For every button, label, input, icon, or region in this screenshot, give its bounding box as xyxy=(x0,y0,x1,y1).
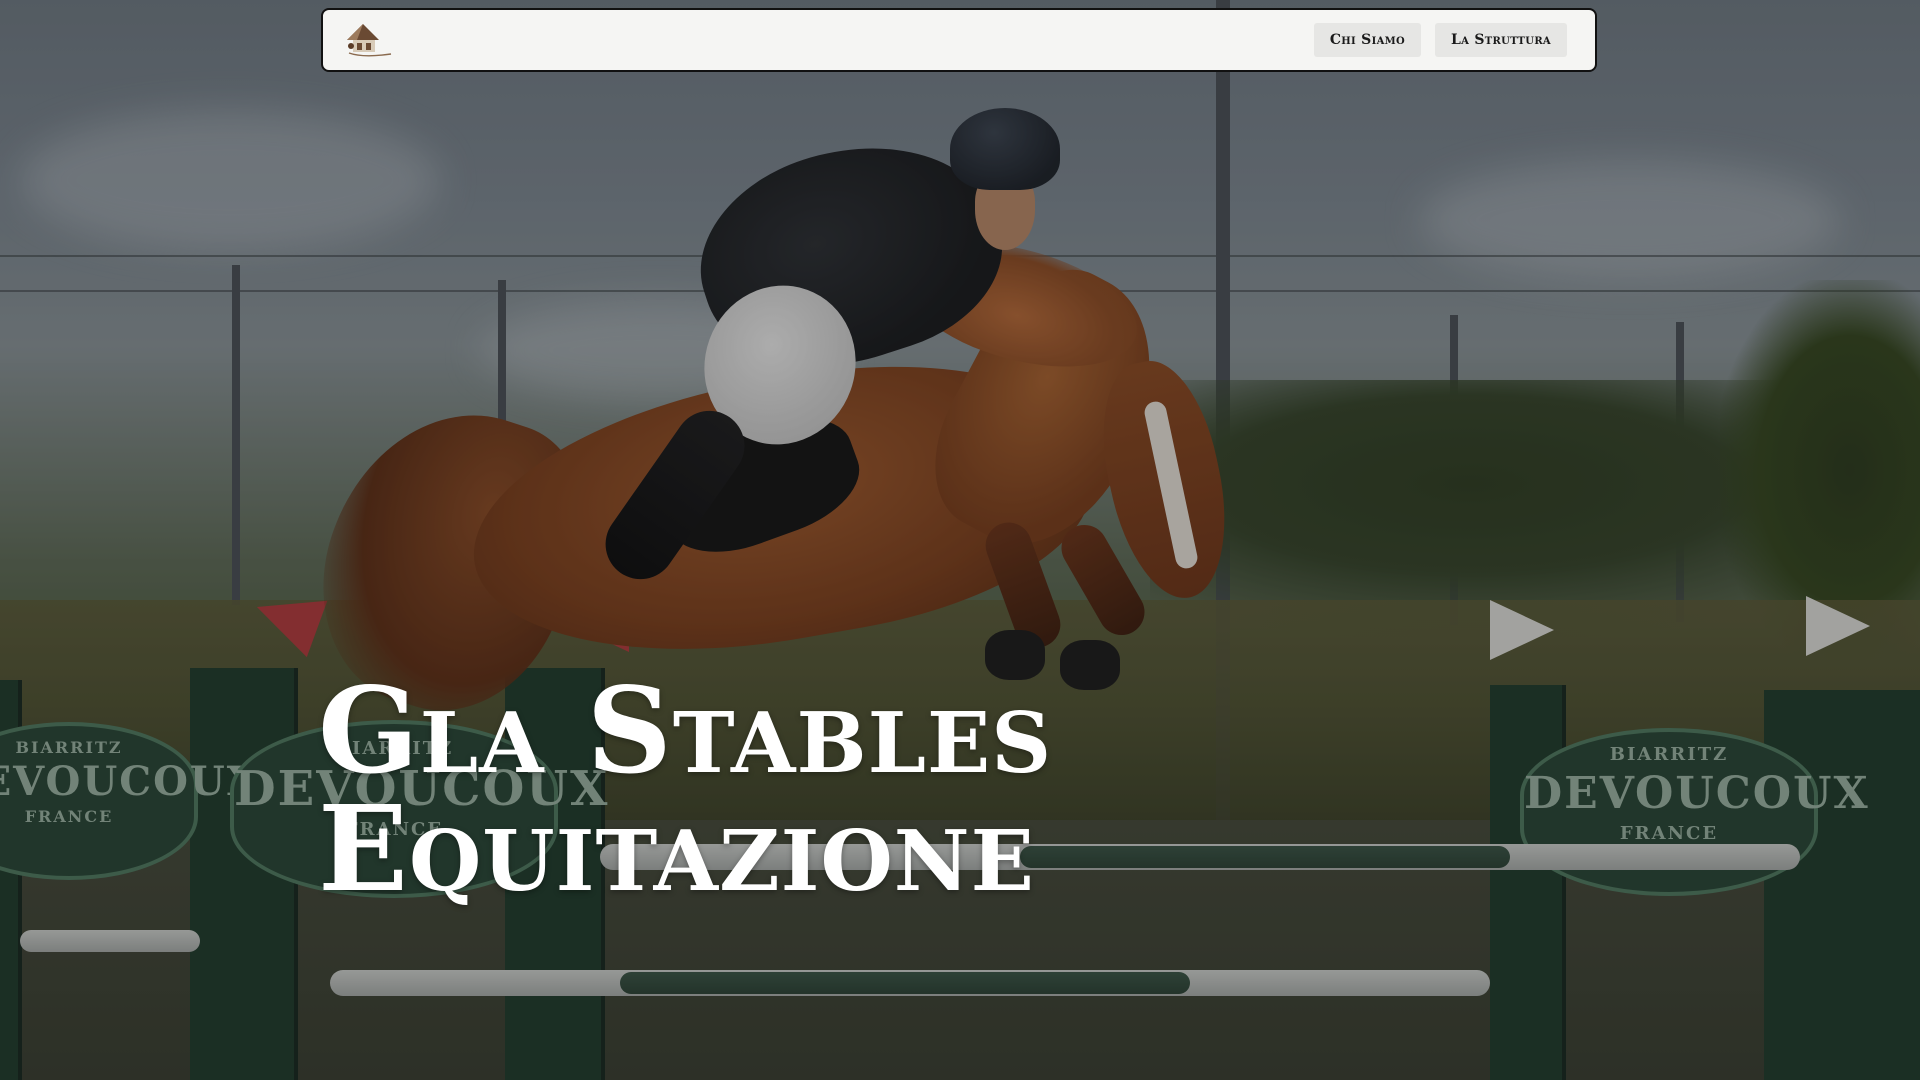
stable-house-logo-icon xyxy=(347,24,392,57)
hero-section: BIARRITZ DEVOUCOUX FRANCE BIARRITZ DEVOU… xyxy=(0,0,1920,1080)
hero-title-line-1: Gla Stables xyxy=(318,661,1053,800)
hero-dark-overlay xyxy=(0,0,1920,1080)
nav-links: Chi Siamo La Struttura xyxy=(1313,23,1567,57)
hero-title: Gla Stables Equitazione xyxy=(318,672,1052,908)
nav-chi-siamo-button[interactable]: Chi Siamo xyxy=(1313,23,1422,57)
nav-la-struttura-button[interactable]: La Struttura xyxy=(1435,23,1567,57)
navbar: Chi Siamo La Struttura xyxy=(321,8,1597,72)
hero-title-line-2: Equitazione xyxy=(318,779,1035,918)
site-logo[interactable] xyxy=(343,18,395,62)
